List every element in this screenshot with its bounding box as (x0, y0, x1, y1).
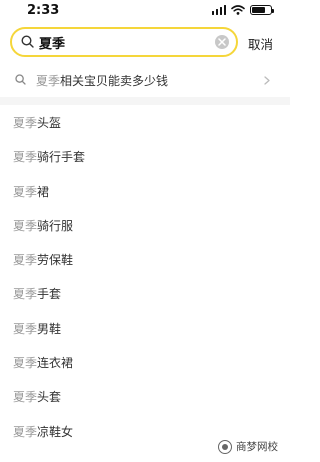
item-suffix: 男鞋 (37, 321, 62, 336)
item-keyword: 夏季 (13, 424, 38, 439)
item-keyword: 夏季 (13, 218, 38, 233)
wifi-icon (231, 5, 245, 15)
suggestion-keyword: 夏季 (36, 74, 61, 88)
item-suffix: 头盔 (37, 116, 62, 130)
list-item[interactable]: 夏季劳保鞋 (0, 242, 290, 276)
item-suffix: 凉鞋女 (37, 424, 74, 439)
item-text: 夏季头套 (13, 388, 61, 405)
watermark: 商梦网校 (218, 439, 278, 454)
item-text: 夏季头盔 (13, 114, 61, 131)
item-suffix: 骑行服 (37, 218, 74, 233)
item-keyword: 夏季 (13, 356, 38, 371)
search-icon (21, 35, 34, 48)
cancel-button[interactable]: 取消 (248, 34, 273, 53)
chevron-right-icon (264, 76, 270, 85)
status-time: 2:33 (27, 3, 60, 18)
list-item[interactable]: 夏季骑行手套 (0, 139, 290, 173)
item-suffix: 骑行手套 (37, 150, 86, 165)
battery-icon (250, 5, 274, 15)
item-suffix: 手套 (37, 287, 62, 302)
status-icons (211, 5, 274, 15)
search-input[interactable] (39, 32, 219, 52)
suggestion-text: 夏季相关宝贝能卖多少钱 (36, 72, 168, 89)
item-suffix: 劳保鞋 (37, 253, 74, 268)
item-keyword: 夏季 (13, 287, 38, 302)
item-keyword: 夏季 (13, 390, 38, 405)
item-keyword: 夏季 (13, 253, 38, 268)
watermark-text: 商梦网校 (236, 441, 278, 453)
suggestion-label: 相关宝贝能卖多少钱 (60, 74, 169, 88)
item-keyword: 夏季 (13, 150, 38, 165)
item-text: 夏季连衣裙 (13, 354, 73, 371)
list-item[interactable]: 夏季连衣裙 (0, 345, 290, 379)
list-item[interactable]: 夏季手套 (0, 276, 290, 310)
item-text: 夏季骑行手套 (13, 148, 85, 165)
price-suggestion-row[interactable]: 夏季相关宝贝能卖多少钱 (0, 67, 290, 93)
item-keyword: 夏季 (13, 116, 38, 130)
search-bar: 取消 (0, 27, 290, 59)
clear-button[interactable] (215, 35, 229, 49)
item-keyword: 夏季 (13, 184, 38, 199)
item-suffix: 连衣裙 (37, 356, 74, 371)
list-item[interactable]: 夏季骑行服 (0, 208, 290, 242)
item-text: 夏季裙 (13, 183, 49, 200)
status-bar: 2:33 (0, 0, 290, 22)
suggestion-list: 夏季头盔 夏季骑行手套 夏季裙 夏季骑行服 夏季劳保鞋 夏季手套 夏季男鞋 夏季… (0, 105, 290, 448)
list-item[interactable]: 夏季裙 (0, 174, 290, 208)
search-icon (15, 74, 26, 85)
item-suffix: 头套 (37, 390, 62, 405)
clear-icon (218, 38, 226, 46)
wechat-logo-icon (218, 439, 232, 454)
item-suffix: 裙 (37, 184, 50, 199)
item-text: 夏季凉鞋女 (13, 423, 73, 440)
item-keyword: 夏季 (13, 321, 38, 336)
list-item[interactable]: 夏季头套 (0, 379, 290, 413)
item-text: 夏季手套 (13, 285, 61, 302)
search-box[interactable] (10, 27, 238, 57)
item-text: 夏季骑行服 (13, 217, 73, 234)
item-text: 夏季劳保鞋 (13, 251, 73, 268)
list-item[interactable]: 夏季头盔 (0, 105, 290, 139)
list-item[interactable]: 夏季男鞋 (0, 311, 290, 345)
item-text: 夏季男鞋 (13, 320, 61, 337)
section-divider (0, 97, 290, 105)
signal-icon (211, 5, 226, 15)
